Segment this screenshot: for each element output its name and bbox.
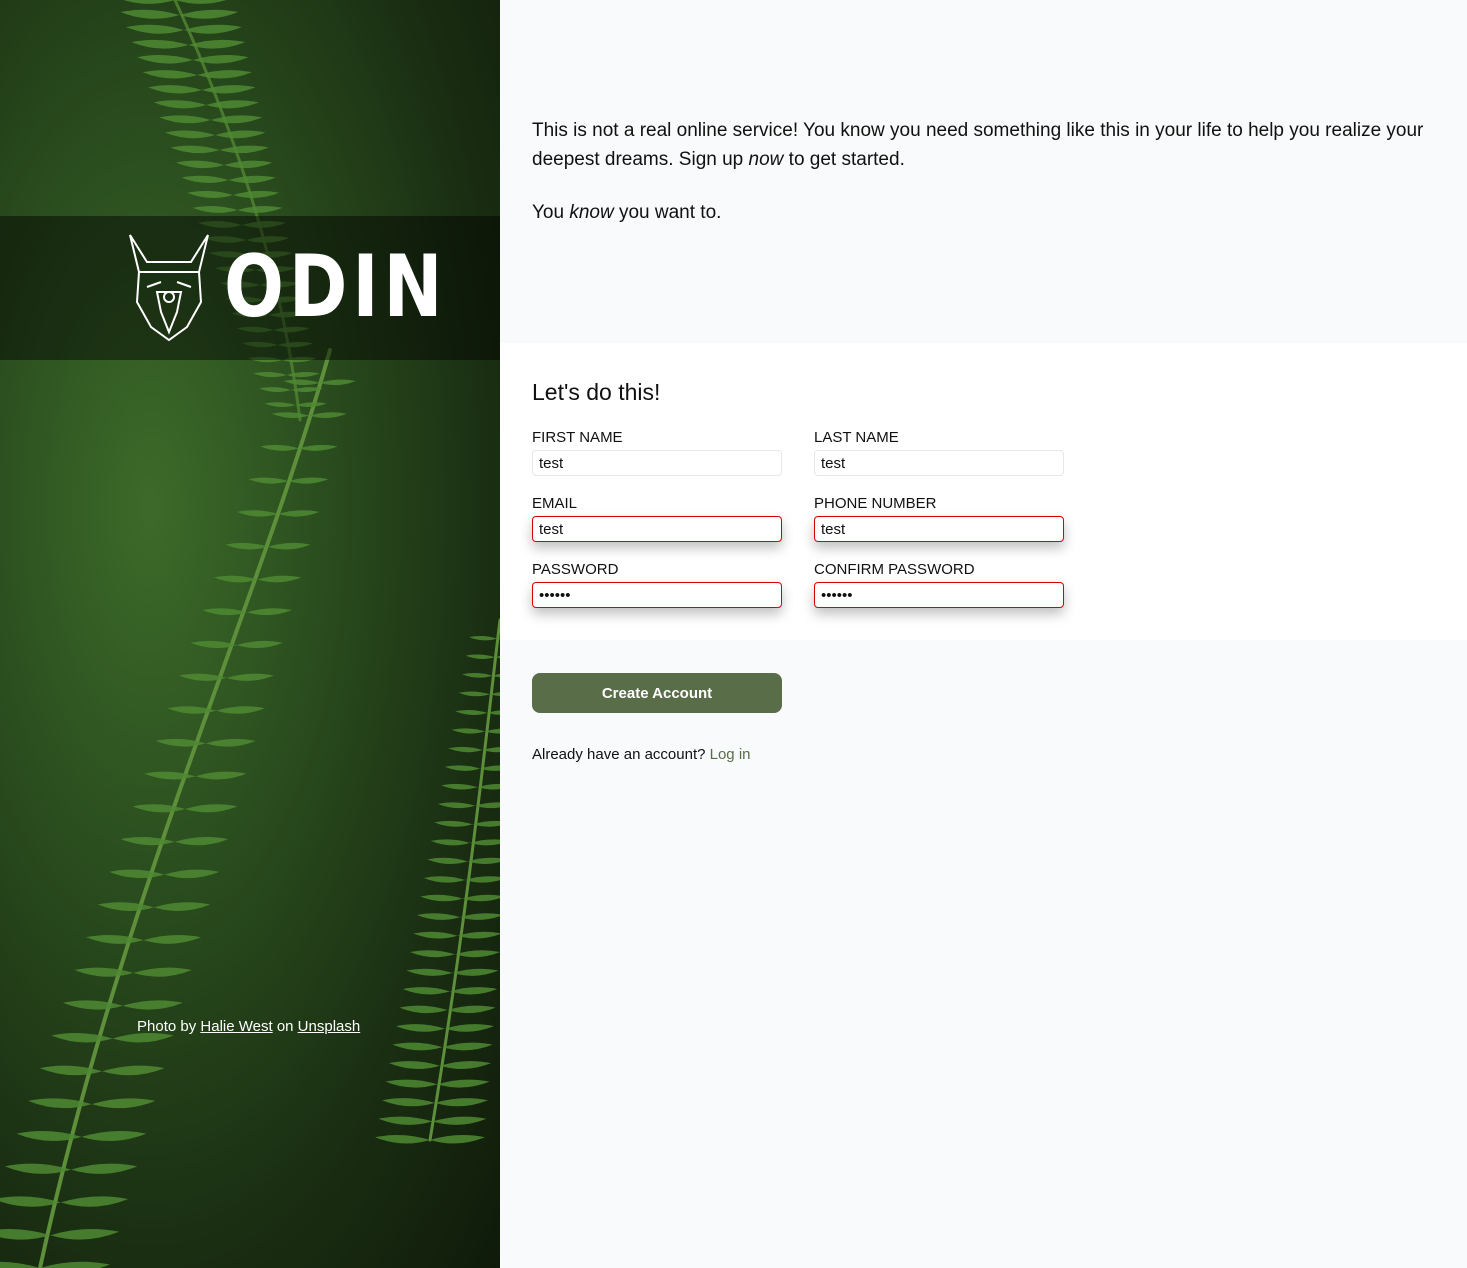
confirm-password-field-group: CONFIRM PASSWORD xyxy=(814,561,1064,608)
viking-head-icon xyxy=(129,234,209,342)
password-field-group: PASSWORD xyxy=(532,561,782,608)
first-name-input[interactable] xyxy=(532,450,782,476)
fern-background-image xyxy=(0,0,500,1268)
login-prompt: Already have an account? Log in xyxy=(532,746,751,763)
email-label: EMAIL xyxy=(532,495,578,512)
password-label: PASSWORD xyxy=(532,561,619,578)
credit-prefix: Photo by xyxy=(137,1018,197,1035)
login-prompt-text: Already have an account? xyxy=(532,746,706,763)
intro-p1-emphasis: now xyxy=(748,149,784,170)
intro-p1-text-a: This is not a real online service! You k… xyxy=(532,120,1424,170)
intro-p2-emphasis: know xyxy=(569,202,614,223)
credit-site-link[interactable]: Unsplash xyxy=(298,1018,361,1035)
last-name-label: LAST NAME xyxy=(814,429,899,446)
intro-p2-text-a: You xyxy=(532,202,570,223)
intro-p1-text-b: to get started. xyxy=(783,149,905,170)
intro-paragraph-1: This is not a real online service! You k… xyxy=(532,116,1432,174)
credit-middle: on xyxy=(276,1018,294,1035)
login-link[interactable]: Log in xyxy=(710,746,751,763)
create-account-button[interactable]: Create Account xyxy=(532,673,782,713)
phone-label: PHONE NUMBER xyxy=(814,495,937,512)
confirm-password-label: CONFIRM PASSWORD xyxy=(814,561,975,578)
last-name-input[interactable] xyxy=(814,450,1064,476)
phone-input[interactable] xyxy=(814,516,1064,542)
email-field-group: EMAIL xyxy=(532,495,782,542)
confirm-password-input[interactable] xyxy=(814,582,1064,608)
first-name-field-group: FIRST NAME xyxy=(532,429,782,476)
intro-text: This is not a real online service! You k… xyxy=(532,116,1432,251)
signup-form-section: Let's do this! FIRST NAME LAST NAME EMAI… xyxy=(500,343,1467,640)
last-name-field-group: LAST NAME xyxy=(814,429,1064,476)
intro-paragraph-2: You know you want to. xyxy=(532,198,1432,227)
password-input[interactable] xyxy=(532,582,782,608)
brand-logo: ODIN xyxy=(224,237,448,337)
phone-field-group: PHONE NUMBER xyxy=(814,495,1064,542)
email-input[interactable] xyxy=(532,516,782,542)
form-title: Let's do this! xyxy=(532,379,661,405)
photo-credit: Photo by Halie West on Unsplash xyxy=(137,1018,360,1035)
hero-panel: ODIN Photo by Halie West on Unsplash xyxy=(0,0,500,1268)
first-name-label: FIRST NAME xyxy=(532,429,623,446)
credit-author-link[interactable]: Halie West xyxy=(200,1018,272,1035)
intro-p2-text-b: you want to. xyxy=(613,202,722,223)
